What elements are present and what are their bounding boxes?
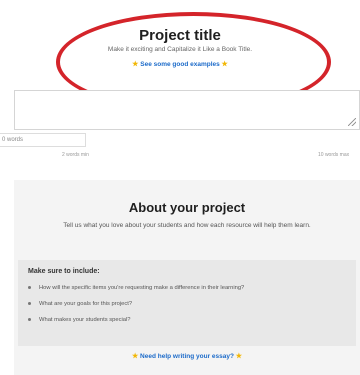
page: Project title Make it exciting and Capit…	[0, 0, 360, 375]
min-words-label: 2 words min	[62, 152, 89, 158]
project-title-input[interactable]	[14, 90, 360, 130]
max-words-label: 10 words max	[318, 152, 350, 158]
include-tips-box: Make sure to include: How will the speci…	[18, 260, 356, 346]
include-list: How will the specific items you're reque…	[28, 285, 244, 333]
star-icon: ★	[221, 61, 228, 68]
list-item-text: What are your goals for this project?	[39, 301, 133, 307]
see-examples-label[interactable]: See some good examples	[140, 61, 219, 68]
bullet-icon	[28, 285, 31, 289]
list-item-text: What makes your students special?	[39, 317, 131, 323]
essay-help-label[interactable]: Need help writing your essay?	[140, 353, 234, 360]
list-item: What makes your students special?	[28, 317, 244, 333]
list-item: What are your goals for this project?	[28, 301, 244, 317]
essay-help-link[interactable]: ★ Need help writing your essay? ★	[14, 352, 360, 360]
star-icon: ★	[132, 61, 139, 68]
project-title-heading: Project title	[139, 27, 221, 44]
see-examples-link[interactable]: ★ See some good examples ★	[0, 60, 360, 68]
star-icon: ★	[235, 353, 243, 360]
title-subtitle: Make it exciting and Capitalize it Like …	[107, 46, 253, 53]
bullet-icon	[28, 317, 31, 321]
resize-grip-icon[interactable]	[348, 118, 356, 126]
list-item-text: How will the specific items you're reque…	[39, 285, 245, 291]
list-item: How will the specific items you're reque…	[28, 285, 244, 301]
word-count: 0 words	[0, 133, 86, 147]
title-section: Project title Make it exciting and Capit…	[0, 0, 360, 95]
about-project-section: About your project Tell us what you love…	[14, 180, 360, 375]
bullet-icon	[28, 301, 31, 305]
word-counter-row: 0 words	[0, 133, 360, 147]
about-project-heading: About your project	[128, 200, 246, 215]
include-heading: Make sure to include:	[28, 268, 100, 275]
about-project-description: Tell us what you love about your student…	[63, 222, 311, 229]
star-icon: ★	[131, 353, 139, 360]
